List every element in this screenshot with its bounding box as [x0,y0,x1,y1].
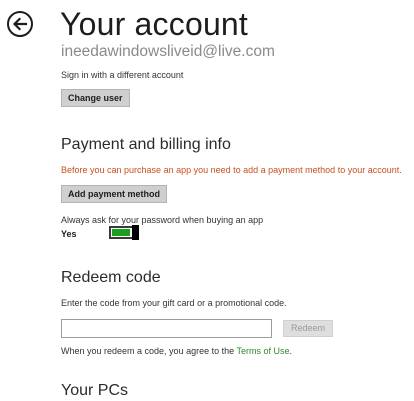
password-prompt-label: Always ask for your password when buying… [61,215,264,225]
redeem-button[interactable]: Redeem [283,320,333,337]
redeem-instructions: Enter the code from your gift card or a … [61,298,287,308]
your-pcs-heading: Your PCs [61,382,128,399]
password-toggle[interactable] [109,225,139,240]
add-payment-method-button[interactable]: Add payment method [61,185,168,203]
change-user-button[interactable]: Change user [61,89,130,107]
redeem-code-input[interactable] [61,319,272,338]
payment-heading: Payment and billing info [61,136,231,153]
sign-in-different-account-text: Sign in with a different account [61,70,184,80]
page-title: Your account [60,6,249,42]
terms-suffix: . [289,346,292,356]
toggle-fill [112,229,130,236]
redeem-heading: Redeem code [61,269,161,286]
back-button[interactable] [6,10,34,38]
toggle-state-label: Yes [61,229,77,239]
account-email: ineedawindowsliveid@live.com [61,43,275,60]
terms-of-use-link[interactable]: Terms of Use [236,346,289,356]
terms-line: When you redeem a code, you agree to the… [61,345,292,357]
payment-warning: Before you can purchase an app you need … [61,165,402,175]
back-arrow-icon [7,11,33,37]
terms-prefix: When you redeem a code, you agree to the [61,346,237,356]
toggle-thumb[interactable] [132,225,139,240]
